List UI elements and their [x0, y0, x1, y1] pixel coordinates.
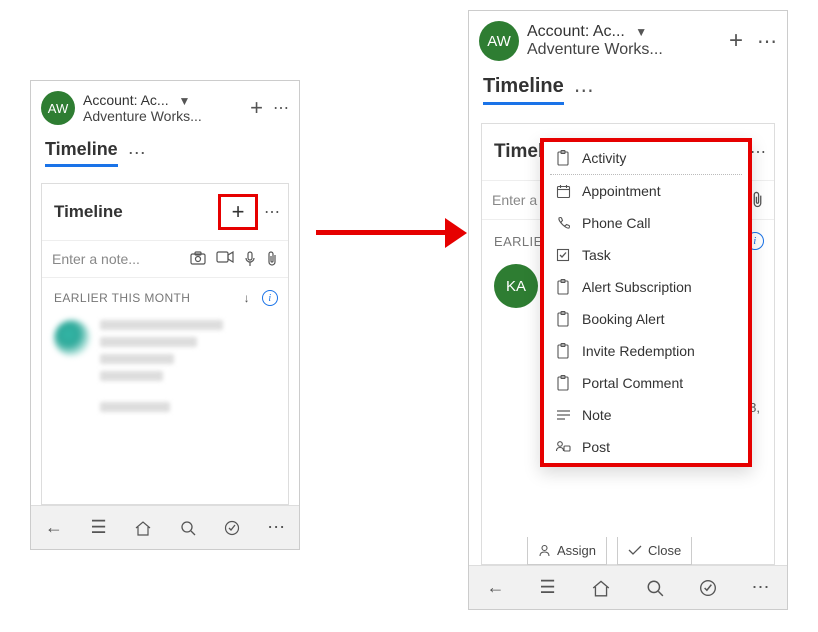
clipboard-icon: [554, 150, 572, 166]
clipboard-icon: [554, 279, 572, 295]
assign-button[interactable]: Assign: [527, 537, 607, 565]
post-icon: [554, 440, 572, 455]
menu-icon[interactable]: ☰: [90, 517, 106, 538]
note-input[interactable]: Enter a note...: [52, 251, 182, 267]
timeline-more-icon[interactable]: ⋯: [750, 142, 766, 162]
menu-item-booking-alert[interactable]: Booking Alert: [544, 303, 748, 335]
home-icon[interactable]: [134, 520, 152, 536]
menu-item-activity[interactable]: Activity: [544, 142, 748, 174]
add-activity-menu: Activity Appointment Phone Call Task Ale…: [540, 138, 752, 467]
record-header: AW Account: Ac... ▼ Adventure Works... +…: [469, 11, 787, 67]
camera-icon[interactable]: [190, 251, 206, 267]
video-icon[interactable]: [216, 251, 234, 267]
arrow-icon: [316, 230, 446, 235]
attachment-icon[interactable]: [266, 251, 278, 267]
note-entry-row: Enter a note...: [42, 241, 288, 278]
menu-item-post[interactable]: Post: [544, 431, 748, 463]
avatar: AW: [41, 91, 75, 125]
tabs-row: Timeline ⋯: [31, 131, 299, 167]
sort-icon[interactable]: ↓: [244, 291, 250, 305]
item-content: [100, 320, 276, 419]
section-label-text: EARLIER THIS MONTH: [54, 291, 190, 305]
search-icon[interactable]: [646, 579, 664, 597]
check-icon: [628, 545, 642, 556]
tab-timeline[interactable]: Timeline: [45, 139, 118, 167]
timeline-more-icon[interactable]: ⋯: [264, 202, 280, 222]
bottom-nav: ← ☰ ⋯: [31, 505, 299, 549]
menu-icon[interactable]: ☰: [539, 577, 555, 598]
timeline-card-header: Timeline + ⋯: [42, 184, 288, 241]
timeline-card: Timeline + ⋯ Enter a note... EARLIER THI…: [41, 183, 289, 505]
menu-item-appointment[interactable]: Appointment: [544, 175, 748, 207]
clipboard-icon: [554, 311, 572, 327]
bottom-nav: ← ☰ ⋯: [469, 565, 787, 609]
add-icon[interactable]: +: [729, 27, 743, 55]
record-title: Account: Ac... ▼: [527, 23, 721, 41]
arrow-head-icon: [445, 218, 467, 248]
calendar-icon: [554, 184, 572, 199]
info-icon[interactable]: i: [262, 290, 278, 306]
more-icon[interactable]: ⋯: [757, 29, 777, 54]
record-title: Account: Ac... ▼: [83, 92, 242, 108]
tabs-row: Timeline ⋯: [469, 67, 787, 105]
tab-timeline[interactable]: Timeline: [483, 75, 564, 105]
timeline-add-button[interactable]: +: [218, 194, 258, 230]
menu-item-phone-call[interactable]: Phone Call: [544, 207, 748, 239]
chevron-down-icon[interactable]: ▼: [635, 25, 647, 39]
clipboard-icon: [554, 375, 572, 391]
mobile-screen-left: AW Account: Ac... ▼ Adventure Works... +…: [30, 80, 300, 550]
timeline-card-title: Timeline: [54, 202, 123, 222]
item-avatar: KA: [494, 264, 538, 308]
chevron-down-icon[interactable]: ▼: [179, 94, 191, 108]
section-earlier: EARLIER THIS MONTH ↓ i: [42, 278, 288, 314]
add-icon[interactable]: +: [250, 95, 263, 121]
person-icon: [538, 544, 551, 557]
menu-item-invite-redemption[interactable]: Invite Redemption: [544, 335, 748, 367]
back-icon[interactable]: ←: [45, 517, 63, 538]
home-icon[interactable]: [591, 579, 611, 597]
search-icon[interactable]: [180, 520, 196, 536]
item-avatar: [54, 320, 90, 356]
mobile-screen-right: AW Account: Ac... ▼ Adventure Works... +…: [468, 10, 788, 610]
record-subtitle: Adventure Works...: [527, 41, 721, 59]
avatar: AW: [479, 21, 519, 61]
action-strip: Assign Close: [527, 537, 767, 565]
more-icon[interactable]: ⋯: [273, 98, 289, 118]
microphone-icon[interactable]: [244, 251, 256, 267]
tab-more-icon[interactable]: ⋯: [128, 143, 146, 164]
record-header: AW Account: Ac... ▼ Adventure Works... +…: [31, 81, 299, 131]
record-subtitle: Adventure Works...: [83, 108, 242, 124]
tab-more-icon[interactable]: ⋯: [574, 78, 594, 103]
note-icon: [554, 409, 572, 422]
task-icon[interactable]: [224, 520, 240, 536]
menu-item-alert-subscription[interactable]: Alert Subscription: [544, 271, 748, 303]
phone-icon: [554, 216, 572, 231]
checkbox-icon: [554, 248, 572, 262]
menu-item-task[interactable]: Task: [544, 239, 748, 271]
timeline-item: [42, 314, 288, 433]
nav-more-icon[interactable]: ⋯: [751, 577, 769, 598]
timeline-card: Timeline + ⋯ Enter a note... EARLIER THI…: [481, 123, 775, 565]
record-title-block: Account: Ac... ▼ Adventure Works...: [83, 92, 242, 124]
menu-item-portal-comment[interactable]: Portal Comment: [544, 367, 748, 399]
nav-more-icon[interactable]: ⋯: [267, 517, 285, 538]
task-icon[interactable]: [699, 579, 717, 597]
menu-item-note[interactable]: Note: [544, 399, 748, 431]
close-button[interactable]: Close: [617, 537, 692, 565]
attachment-icon[interactable]: [751, 191, 764, 209]
record-title-block: Account: Ac... ▼ Adventure Works...: [527, 23, 721, 59]
back-icon[interactable]: ←: [486, 577, 504, 598]
clipboard-icon: [554, 343, 572, 359]
